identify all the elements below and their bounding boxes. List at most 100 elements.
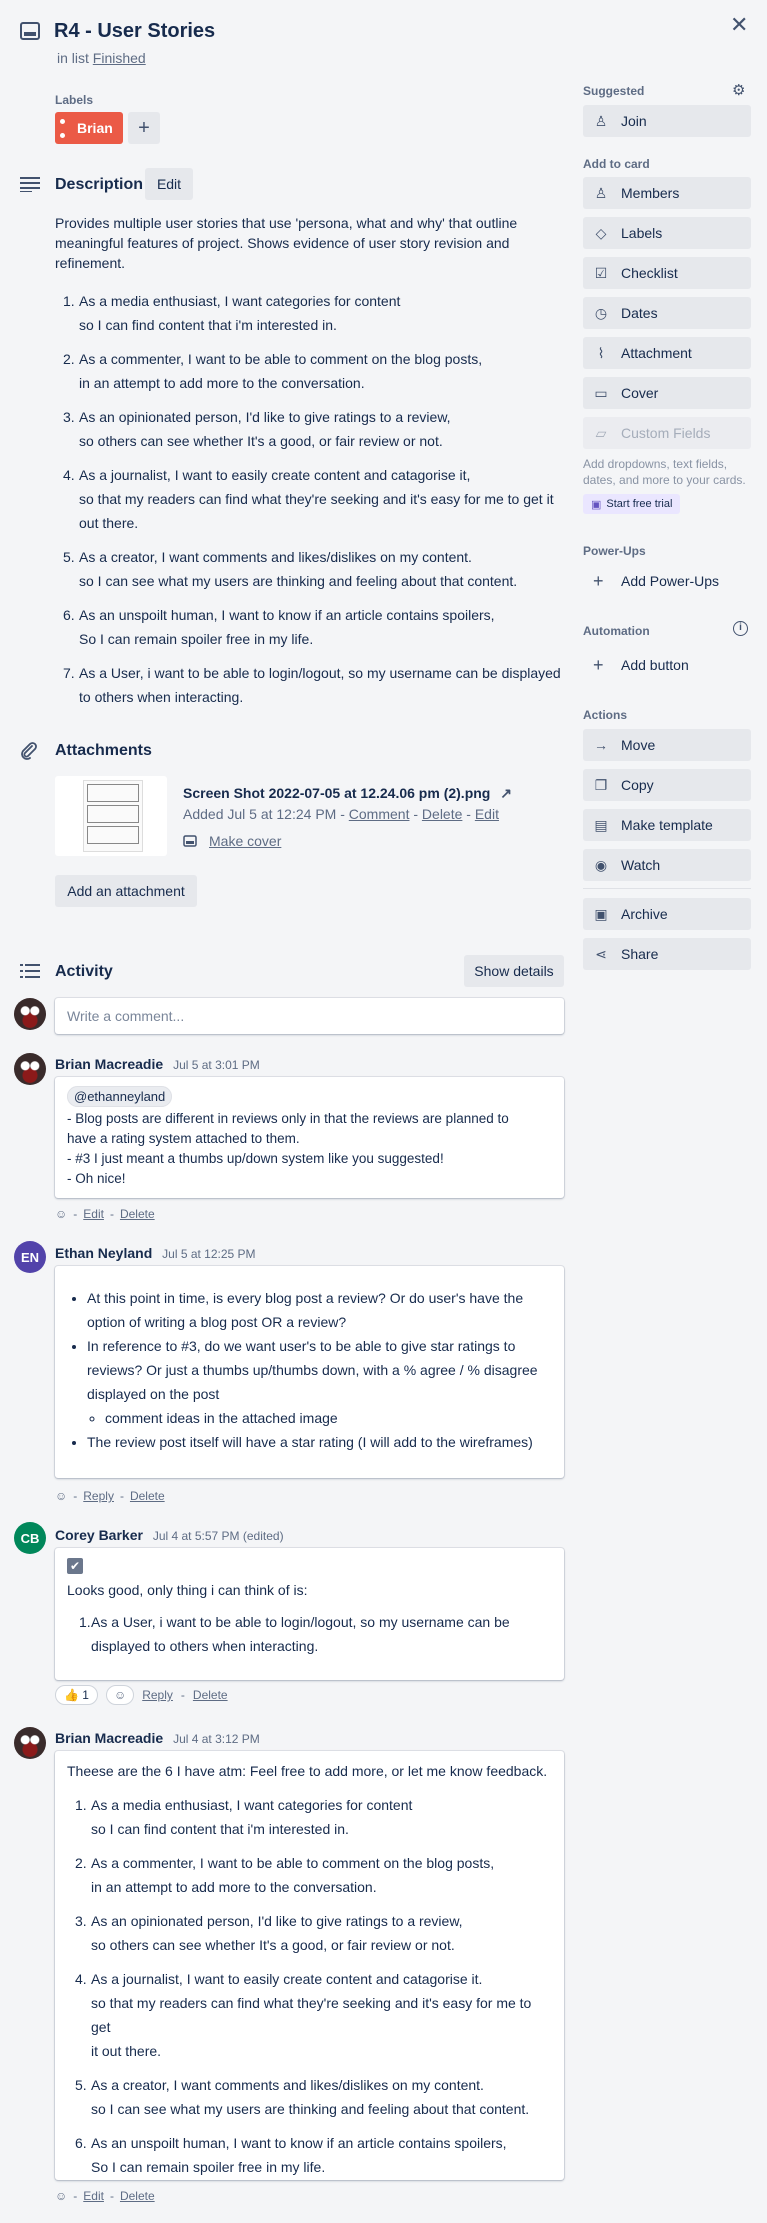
make-cover-row[interactable]: Make cover [183, 833, 281, 849]
attachment-button[interactable]: ⌇ Attachment [583, 337, 751, 369]
comment-reply-link[interactable]: Reply [83, 1489, 114, 1503]
attachment-meta: Added Jul 5 at 12:24 PM - Comment - Dele… [183, 806, 499, 822]
comment-author[interactable]: Ethan Neyland [55, 1245, 152, 1261]
add-to-card-heading: Add to card [583, 157, 650, 171]
make-cover-link[interactable]: Make cover [209, 833, 281, 849]
comment-header: Corey Barker Jul 4 at 5:57 PM (edited) [55, 1527, 284, 1543]
avatar[interactable] [14, 1053, 46, 1085]
comment-header: Brian Macreadie Jul 4 at 3:12 PM [55, 1730, 260, 1746]
comment-author[interactable]: Corey Barker [55, 1527, 143, 1543]
comment-time[interactable]: Jul 4 at 5:57 PM (edited) [153, 1529, 284, 1543]
list-item: 1. As a media enthusiast, I want categori… [63, 293, 401, 333]
close-icon[interactable]: ✕ [730, 12, 748, 38]
dates-button[interactable]: ◷ Dates [583, 297, 751, 329]
custom-fields-help: Add dropdowns, text fields, dates, and m… [583, 457, 746, 487]
archive-button[interactable]: ▣ Archive [583, 898, 751, 930]
attachment-comment-link[interactable]: Comment [349, 806, 410, 822]
labels-button[interactable]: ◇ Labels [583, 217, 751, 249]
add-reaction-icon[interactable]: ☺ [105, 1685, 135, 1705]
comment-body: @ethanneyland - Blog posts are different… [55, 1077, 564, 1198]
external-link-icon[interactable]: ↗ [500, 785, 512, 801]
watch-button[interactable]: ◉ Watch [583, 849, 751, 881]
add-label-button[interactable]: + [128, 112, 160, 144]
comment-body: At this point in time, is every blog pos… [55, 1266, 564, 1478]
members-button[interactable]: ♙ Members [583, 177, 751, 209]
suggested-heading: Suggested [583, 84, 645, 98]
divider [583, 888, 751, 889]
comment-time[interactable]: Jul 5 at 3:01 PM [173, 1058, 260, 1072]
tag-icon: ◇ [595, 224, 607, 241]
list-link[interactable]: Finished [93, 50, 146, 66]
comment-time[interactable]: Jul 5 at 12:25 PM [162, 1247, 255, 1261]
write-comment-input[interactable]: Write a comment... [55, 998, 564, 1034]
comment-time[interactable]: Jul 4 at 3:12 PM [173, 1732, 260, 1746]
list-item: 1. As a User, i want to be able to login… [79, 1614, 510, 1654]
person-icon: ♙ [594, 184, 608, 201]
attachment-thumbnail[interactable] [55, 776, 167, 856]
comment-delete-link[interactable]: Delete [120, 2189, 155, 2203]
comment-actions: 👍 1 ☺ Reply - Delete [55, 1685, 228, 1705]
card-title[interactable]: R4 - User Stories [54, 20, 215, 43]
gift-icon: ▣ [591, 498, 602, 511]
show-details-button[interactable]: Show details [464, 955, 564, 987]
description-intro: Provides multiple user stories that use … [55, 215, 518, 271]
label-name: Brian [77, 120, 113, 136]
attachment-added: Added Jul 5 at 12:24 PM [183, 806, 337, 822]
start-free-trial-button[interactable]: ▣ Start free trial [583, 494, 681, 514]
share-button[interactable]: ⋖ Share [583, 938, 751, 970]
add-attachment-button[interactable]: Add an attachment [55, 875, 197, 907]
checklist-button[interactable]: ☑ Checklist [583, 257, 751, 289]
avatar[interactable] [14, 1727, 46, 1759]
checkbox-icon: ☑ [594, 264, 608, 281]
list-item: At this point in time, is every blog pos… [87, 1286, 552, 1334]
attachments-heading: Attachments [55, 742, 152, 759]
comment-author[interactable]: Brian Macreadie [55, 1056, 163, 1072]
description-body[interactable]: Provides multiple user stories that use … [55, 213, 565, 273]
move-button[interactable]: → Move [583, 729, 751, 761]
add-reaction-icon[interactable]: ☺ [55, 1489, 67, 1503]
person-icon: ♙ [594, 112, 608, 129]
archive-icon: ▣ [594, 905, 608, 922]
card-icon [20, 22, 40, 40]
avatar[interactable]: CB [14, 1522, 46, 1554]
cover-button[interactable]: ▭ Cover [583, 377, 751, 409]
make-template-button[interactable]: ▤ Make template [583, 809, 751, 841]
add-button-button[interactable]: + Add button [583, 649, 751, 681]
info-icon[interactable]: i [733, 621, 748, 636]
comment-edit-link[interactable]: Edit [83, 2189, 104, 2203]
thumbs-up-reaction[interactable]: 👍 1 [55, 1685, 98, 1705]
copy-button[interactable]: ❐ Copy [583, 769, 751, 801]
check-emoji-icon: ✔ [67, 1558, 83, 1574]
avatar[interactable]: EN [14, 1241, 46, 1273]
plus-icon: + [593, 570, 604, 591]
eye-icon: ◉ [594, 856, 608, 873]
folder-icon: ▱ [595, 424, 607, 441]
comment-delete-link[interactable]: Delete [120, 1207, 155, 1221]
attachment-delete-link[interactable]: Delete [422, 806, 462, 822]
join-button[interactable]: ♙ Join [583, 105, 751, 137]
comment-author[interactable]: Brian Macreadie [55, 1730, 163, 1746]
label-chip-brian[interactable]: Brian [55, 112, 123, 144]
attachment-filename[interactable]: Screen Shot 2022-07-05 at 12.24.06 pm (2… [183, 785, 490, 801]
comment-delete-link[interactable]: Delete [130, 1489, 165, 1503]
add-reaction-icon[interactable]: ☺ [55, 2189, 67, 2203]
comment-edit-link[interactable]: Edit [83, 1207, 104, 1221]
gear-icon[interactable]: ⚙ [732, 81, 745, 99]
list-item: 2. As a commenter, I want to be able to c… [63, 351, 483, 391]
mention-tag[interactable]: @ethanneyland [67, 1086, 173, 1107]
comment-reply-link[interactable]: Reply [142, 1688, 173, 1702]
custom-fields-button[interactable]: ▱ Custom Fields [583, 417, 751, 449]
attachment-edit-link[interactable]: Edit [475, 806, 499, 822]
add-powerups-button[interactable]: + Add Power-Ups [583, 565, 751, 597]
list-item: 7. As a User, i want to be able to login/… [63, 665, 561, 705]
automation-heading: Automation [583, 624, 650, 638]
current-user-avatar[interactable] [14, 998, 46, 1030]
comment-header: Ethan Neyland Jul 5 at 12:25 PM [55, 1245, 256, 1261]
comment-delete-link[interactable]: Delete [193, 1688, 228, 1702]
attachment-filename-row[interactable]: Screen Shot 2022-07-05 at 12.24.06 pm (2… [183, 785, 512, 802]
edit-description-button[interactable]: Edit [145, 168, 193, 200]
list-item: 3. As an opinionated person, I'd like to … [63, 409, 451, 449]
list-item: 1. As a media enthusiast, I want categori… [75, 1797, 413, 1837]
description-heading: Description [55, 176, 144, 193]
add-reaction-icon[interactable]: ☺ [55, 1207, 67, 1221]
